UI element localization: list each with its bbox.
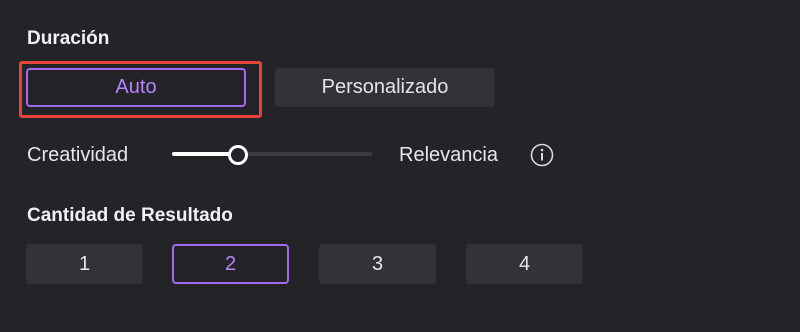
- slider-left-label: Creatividad: [27, 144, 129, 166]
- info-icon-svg: [530, 143, 554, 167]
- duration-auto-button[interactable]: Auto: [26, 68, 246, 107]
- results-title: Cantidad de Resultado: [27, 205, 233, 226]
- results-option-1[interactable]: 1: [26, 244, 143, 284]
- results-option-2[interactable]: 2: [172, 244, 289, 284]
- results-option-4[interactable]: 4: [466, 244, 583, 284]
- slider-thumb[interactable]: [228, 145, 248, 165]
- results-option-3[interactable]: 3: [319, 244, 436, 284]
- info-icon[interactable]: [530, 143, 554, 167]
- slider-right-label: Relevancia: [399, 144, 498, 166]
- creativity-relevance-slider[interactable]: [172, 140, 372, 168]
- duration-title: Duración: [27, 28, 110, 49]
- duration-custom-button[interactable]: Personalizado: [275, 68, 495, 107]
